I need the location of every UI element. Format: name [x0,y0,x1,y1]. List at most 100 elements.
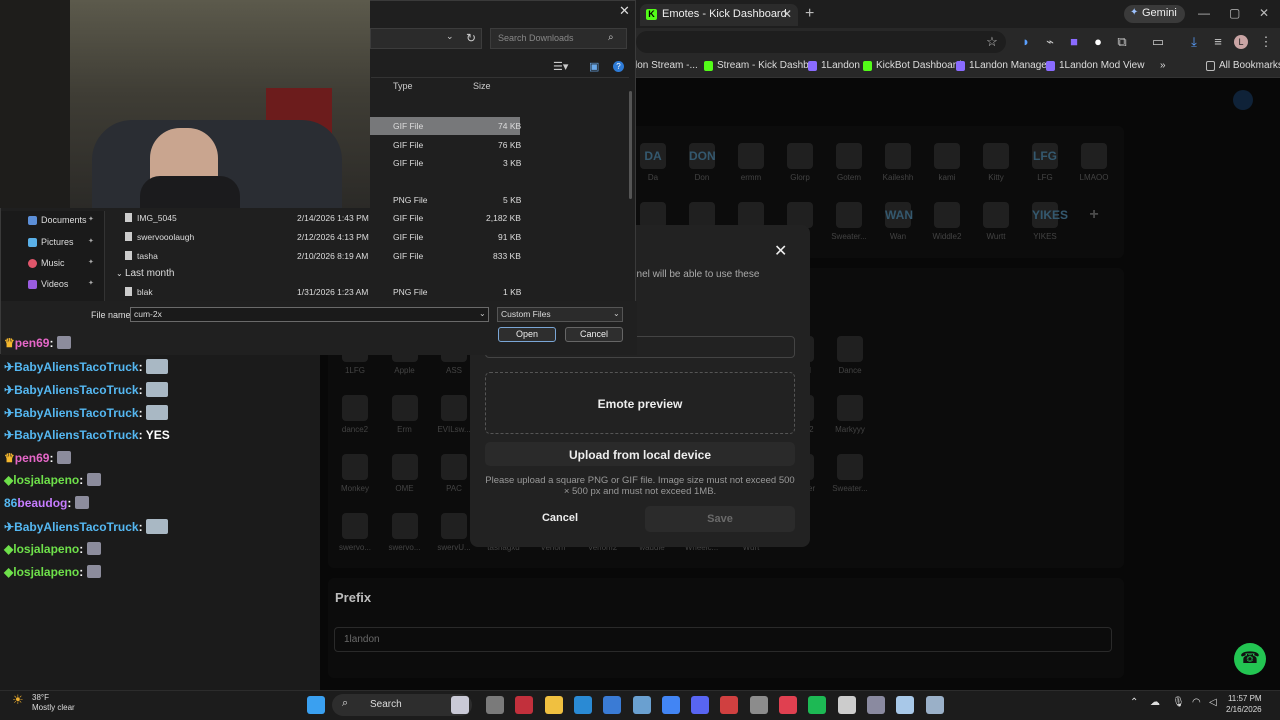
save-button[interactable]: Save [645,506,795,532]
open-button[interactable]: Open [498,327,556,342]
cancel-button[interactable]: Cancel [565,327,623,342]
app-icon[interactable] [515,696,534,714]
bookmark-item[interactable]: 1Landon Manager [956,60,1050,71]
start-icon[interactable] [307,696,325,714]
file-row[interactable]: blak 1/31/2026 1:23 AM PNG File 1 KB [114,283,521,301]
filename-input[interactable]: cum-2x [130,307,489,322]
gemini-button[interactable]: Gemini [1124,5,1185,23]
webcam-shadow [0,0,70,208]
file-row[interactable]: IMG_5045 2/14/2026 1:43 PM GIF File 2,182 K… [114,209,521,227]
column-type[interactable]: Type [393,81,413,91]
download-icon[interactable]: ⤓ [1186,34,1202,50]
chat-username[interactable]: losjalapeno [13,473,79,487]
volume-icon[interactable]: ◁ [1209,697,1217,708]
close-icon[interactable]: ✕ [774,241,787,261]
chat-username[interactable]: BabyAliensTacoTruck [14,520,139,534]
extension-icon[interactable]: ◗ [1018,34,1034,49]
scrollbar[interactable] [629,91,632,199]
onedrive-icon[interactable]: ☁ [1150,697,1160,708]
bookmark-star-icon[interactable]: ☆ [984,34,1000,50]
chevron-down-icon[interactable]: ⌄ [479,309,486,318]
app-icon[interactable] [749,696,768,714]
new-tab-button[interactable]: + [805,5,814,23]
chevron-down-icon[interactable]: ⌄ [613,309,620,318]
bookmark-item[interactable]: 1Landon Mod View [1046,60,1144,71]
weather-widget[interactable]: 38°FMostly clear [12,693,75,713]
bookmarks-overflow[interactable]: » [1160,60,1166,71]
refresh-icon[interactable]: ↻ [466,31,476,45]
app-icon[interactable] [896,696,915,714]
app-icon[interactable] [632,696,651,714]
address-bar[interactable] [636,31,1006,53]
task-view-icon[interactable] [486,696,504,714]
view-options-icon[interactable]: ☰▾ [553,60,568,73]
app-icon[interactable] [779,696,797,714]
chat-username[interactable]: BabyAliensTacoTruck [14,406,139,420]
mic-icon[interactable]: 🎙 [1172,697,1185,708]
chrome-icon[interactable] [691,696,710,714]
bookmark-item[interactable]: KickBot Dashboard [863,60,962,71]
chat-username[interactable]: losjalapeno [13,565,79,579]
bookmark-item[interactable]: Stream - Kick Dashb... [704,60,817,71]
chat-username[interactable]: pen69 [15,336,50,350]
store-icon[interactable] [603,696,622,714]
chat-message: ♛pen69: [4,450,73,469]
chat-username[interactable]: beaudog [17,496,67,510]
file-row[interactable]: PNG File 5 KB [370,191,521,209]
close-icon[interactable]: ✕ [619,3,630,19]
extensions-puzzle-icon[interactable]: ⧉ [1114,34,1130,50]
tab-emotes[interactable]: K Emotes - Kick Dashboard ✕ [640,4,798,26]
clock[interactable]: 11:57 PM 2/16/2026 [1226,693,1262,715]
bookmark-item[interactable]: 1Landon [808,60,860,71]
file-explorer-icon[interactable] [544,696,563,714]
preview-pane-icon[interactable]: ▣ [589,60,599,73]
cancel-button[interactable]: Cancel [535,512,585,524]
restore-icon[interactable]: ▢ [1229,6,1240,20]
file-row[interactable]: GIF File 74 KB [370,117,521,135]
group-header[interactable]: ⌄ Last month [116,268,174,279]
file-row[interactable]: tasha 2/10/2026 8:19 AM GIF File 833 KB [114,247,521,265]
app-icon[interactable] [837,696,856,714]
file-row[interactable]: GIF File 76 KB [370,136,521,154]
upload-help-text: Please upload a square PNG or GIF file. … [485,475,795,497]
all-bookmarks[interactable]: All Bookmarks [1206,60,1280,71]
help-icon[interactable]: ? [613,61,624,72]
search-input[interactable]: Search Downloads [490,28,627,49]
chat-username[interactable]: BabyAliensTacoTruck [14,383,139,397]
wifi-icon[interactable]: ◠ [1192,697,1201,708]
nav-documents[interactable]: Documents ✦ [28,215,94,225]
cast-icon[interactable]: ▭ [1150,34,1166,50]
file-row[interactable]: swervooolaugh 2/12/2026 4:13 PM GIF File 91… [114,228,521,246]
file-row[interactable]: GIF File 3 KB [370,154,521,172]
app-icon[interactable] [866,696,885,714]
chat-username[interactable]: losjalapeno [13,542,79,556]
close-window-icon[interactable]: ✕ [1259,6,1269,20]
upload-button[interactable]: Upload from local device [485,442,795,466]
column-size[interactable]: Size [473,81,491,91]
minimize-icon[interactable]: — [1198,6,1210,20]
media-icon[interactable]: ≡ [1210,34,1226,49]
chat-username[interactable]: BabyAliensTacoTruck [14,428,139,442]
filetype-select[interactable]: Custom Files [497,307,623,322]
extension-icon[interactable]: ⌁ [1042,34,1058,50]
close-tab-icon[interactable]: ✕ [782,7,792,21]
edge-icon[interactable] [573,696,592,714]
spotify-icon[interactable] [808,696,827,714]
settings-icon[interactable] [661,696,680,714]
menu-icon[interactable]: ⋮ [1258,34,1274,50]
flag-icon[interactable] [451,696,469,714]
support-chat-icon[interactable]: ☎ [1234,643,1266,675]
chevron-down-icon[interactable]: ⌄ [446,31,454,42]
profile-avatar[interactable]: L [1234,35,1248,49]
extension-icon[interactable]: ● [1090,34,1106,49]
discord-icon[interactable] [720,696,739,714]
nav-music[interactable]: Music ✦ [28,258,94,268]
extension-icon[interactable]: ■ [1066,34,1082,49]
nav-pictures[interactable]: Pictures ✦ [28,237,94,247]
chat-username[interactable]: BabyAliensTacoTruck [14,360,139,374]
app-icon[interactable] [925,696,944,714]
chat-username[interactable]: pen69 [15,451,50,465]
chevron-up-icon[interactable]: ⌃ [1130,697,1138,708]
prefix-input[interactable]: 1landon [334,627,1112,652]
nav-videos[interactable]: Videos ✦ [28,279,94,289]
